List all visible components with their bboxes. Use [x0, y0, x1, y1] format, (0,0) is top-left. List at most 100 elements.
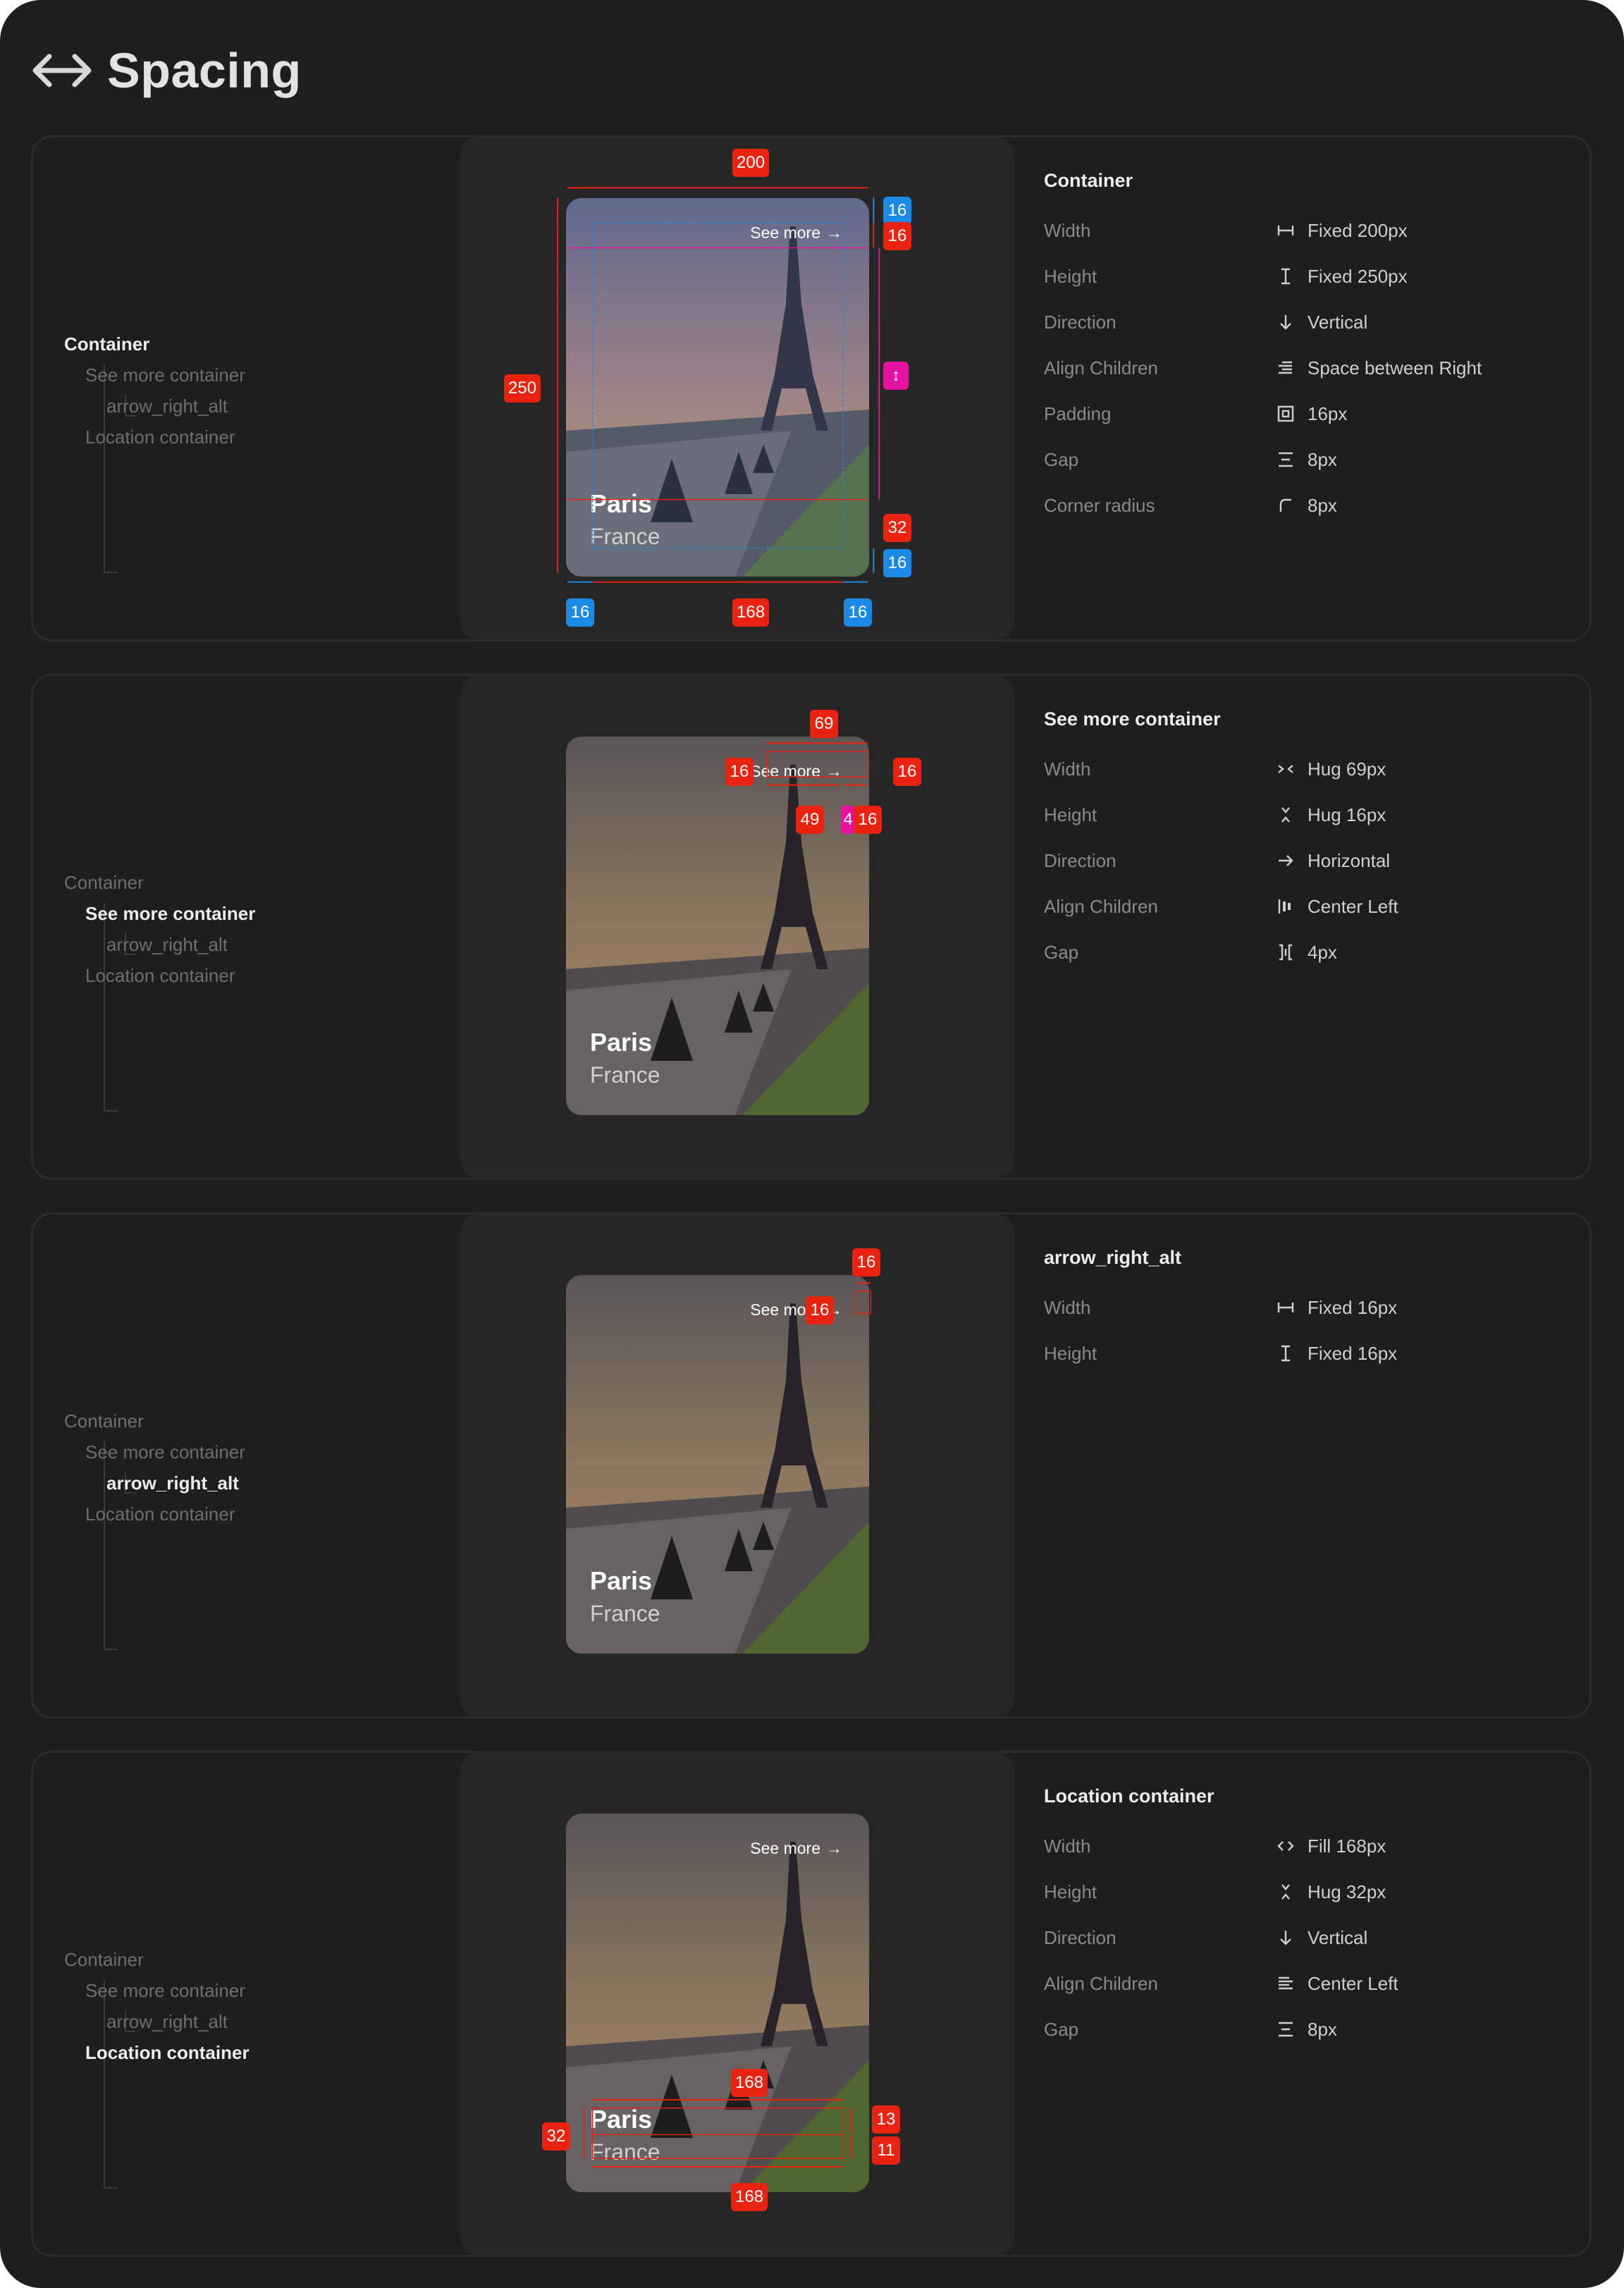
tree-item-see-more-container[interactable]: See more container — [85, 903, 255, 925]
city-height-badge: 13 — [872, 2105, 900, 2134]
location-height-badge: 32 — [883, 514, 911, 542]
prop-value: 4px — [1308, 941, 1337, 963]
width-badge: 16 — [852, 1248, 880, 1277]
prop-label: Height — [1044, 1881, 1097, 1902]
layer-tree: Container See more container arrow_right… — [33, 676, 460, 1178]
card-preview: See more → Paris France — [566, 198, 869, 577]
corner-radius-icon — [1277, 496, 1295, 515]
properties-title: Location container — [1044, 1785, 1214, 1807]
preview-area: See more → Paris France 16 16 — [460, 1214, 1014, 1716]
properties-title: arrow_right_alt — [1044, 1247, 1182, 1268]
properties-panel: Container Width Fixed 200px Height Fixed 2… — [1014, 137, 1589, 639]
eiffel-tower-photo — [566, 1275, 869, 1654]
properties-panel: arrow_right_alt Width Fixed 16px Height Fi… — [1014, 1214, 1589, 1716]
prop-label: Align Children — [1044, 357, 1158, 379]
see-more-link[interactable]: See more → — [750, 762, 842, 781]
prop-value: Center Left — [1308, 895, 1398, 917]
prop-value: 8px — [1308, 494, 1337, 516]
tree-item-container[interactable]: Container — [64, 872, 144, 894]
prop-label: Width — [1044, 219, 1091, 241]
tree-item-arrow-right-alt[interactable]: arrow_right_alt — [106, 1472, 239, 1494]
tree-item-arrow-right-alt[interactable]: arrow_right_alt — [106, 395, 228, 417]
tree-item-container[interactable]: Container — [64, 1410, 144, 1432]
prop-value: 8px — [1308, 2018, 1337, 2040]
prop-value: Hug 32px — [1308, 1881, 1386, 1902]
tree-item-see-more-container[interactable]: See more container — [85, 1441, 245, 1463]
see-more-link[interactable]: See more → — [750, 1839, 842, 1858]
tree-item-arrow-right-alt[interactable]: arrow_right_alt — [106, 934, 228, 956]
location-width-bottom-badge: 168 — [731, 2183, 768, 2211]
padding-right-badge: 16 — [844, 598, 872, 627]
width-icon — [1277, 221, 1295, 240]
prop-label: Align Children — [1044, 895, 1158, 917]
prop-value: Horizontal — [1308, 849, 1391, 871]
spacing-frame: Spacing Container See more container arr… — [0, 0, 1624, 2288]
prop-value: Vertical — [1308, 311, 1368, 333]
prop-row-direction: Direction Vertical — [1044, 308, 1565, 336]
panel-arrow-right-alt: Container See more container arrow_right… — [31, 1212, 1592, 1718]
align-center-left-icon — [1277, 897, 1295, 916]
padding-bottom-badge: 16 — [883, 549, 911, 577]
tree-item-arrow-right-alt[interactable]: arrow_right_alt — [106, 2011, 228, 2033]
width-badge: 69 — [810, 710, 838, 738]
prop-row-width: Width Fixed 200px — [1044, 216, 1565, 245]
prop-row-width: Width Hug 69px — [1044, 755, 1565, 783]
width-icon — [1277, 1298, 1295, 1317]
prop-label: Gap — [1044, 448, 1079, 470]
layer-tree: Container See more container arrow_right… — [33, 1753, 460, 2255]
prop-value: Center Left — [1308, 1972, 1398, 1994]
arrow-right-icon — [1277, 851, 1295, 870]
see-more-label: See more — [750, 223, 820, 242]
text-width-badge: 49 — [796, 806, 824, 834]
city-label: Paris — [590, 1566, 653, 1595]
prop-row-gap: Gap 8px — [1044, 2015, 1565, 2043]
prop-row-width: Width Fill 168px — [1044, 1832, 1565, 1860]
prop-value: Vertical — [1308, 1926, 1368, 1948]
country-label: France — [590, 1062, 660, 1088]
hug-height-icon — [1277, 806, 1295, 824]
prop-label: Padding — [1044, 402, 1112, 424]
country-label: France — [590, 2139, 660, 2165]
height-badge: 250 — [504, 374, 541, 402]
hug-height-icon — [1277, 1883, 1295, 1901]
height-right-badge: 16 — [893, 758, 921, 786]
width-badge: 200 — [732, 149, 770, 177]
tree-item-location-container[interactable]: Location container — [85, 2042, 250, 2064]
prop-value: 8px — [1308, 448, 1337, 470]
gap-badge: 4 — [841, 806, 855, 834]
preview-area: See more → Paris France 168 32 13 11 168 — [460, 1753, 1014, 2255]
see-more-link[interactable]: See more → — [750, 223, 842, 242]
tree-item-container[interactable]: Container — [64, 333, 149, 355]
prop-row-height: Height Fixed 16px — [1044, 1339, 1565, 1367]
tree-item-location-container[interactable]: Location container — [85, 965, 235, 987]
height-left-badge: 16 — [725, 758, 753, 786]
prop-label: Height — [1044, 804, 1097, 825]
prop-label: Direction — [1044, 311, 1116, 333]
eiffel-tower-photo — [566, 198, 869, 577]
prop-row-align-children: Align Children Center Left — [1044, 1969, 1565, 1998]
space-between-icon: ↕ — [883, 362, 909, 390]
see-more-label: See more — [750, 762, 820, 780]
prop-value: Fixed 250px — [1308, 265, 1408, 287]
prop-row-height: Height Hug 32px — [1044, 1878, 1565, 1906]
prop-row-width: Width Fixed 16px — [1044, 1293, 1565, 1322]
tree-item-see-more-container[interactable]: See more container — [85, 364, 245, 386]
country-label: France — [590, 1601, 660, 1626]
tree-item-container[interactable]: Container — [64, 1949, 144, 1971]
card-preview: See more → Paris France — [566, 1275, 869, 1654]
horizontal-arrows-icon — [32, 54, 92, 87]
tree-item-location-container[interactable]: Location container — [85, 1503, 235, 1525]
properties-title: Container — [1044, 170, 1133, 191]
arrow-down-icon — [1277, 1929, 1295, 1947]
tree-item-location-container[interactable]: Location container — [85, 426, 235, 448]
align-right-icon — [1277, 359, 1295, 377]
prop-row-gap: Gap 4px — [1044, 938, 1565, 966]
see-more-label: See more — [750, 1839, 820, 1857]
city-label: Paris — [590, 2105, 653, 2134]
arrow-right-alt-icon: → — [826, 762, 842, 780]
prop-row-align-children: Align Children Space between Right — [1044, 354, 1565, 382]
prop-label: Width — [1044, 758, 1091, 780]
height-badge: 16 — [806, 1296, 834, 1324]
tree-item-see-more-container[interactable]: See more container — [85, 1980, 245, 2002]
prop-row-padding: Padding 16px — [1044, 400, 1565, 428]
